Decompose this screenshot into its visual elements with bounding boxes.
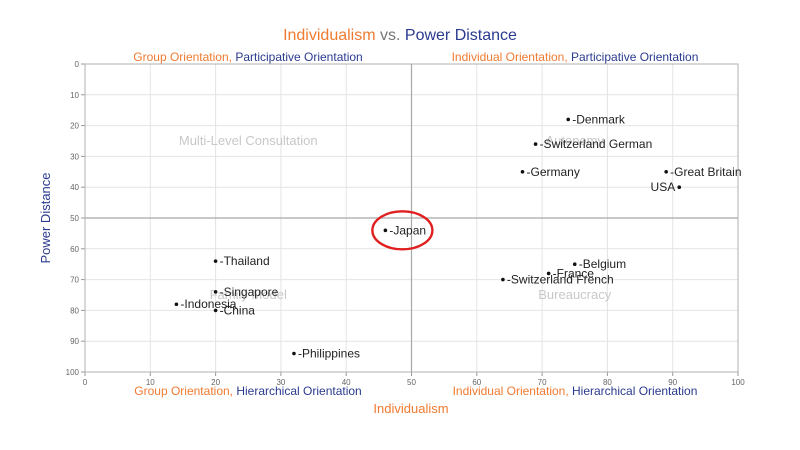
data-point-germany: [520, 170, 525, 174]
title-part-power-distance: Power Distance: [405, 27, 517, 44]
data-point-japan: [383, 228, 388, 233]
data-point-indonesia: [174, 302, 179, 307]
point-label-denmark: -Denmark: [572, 112, 626, 126]
y-tick-label: 100: [66, 368, 80, 377]
x-tick-label: 20: [211, 378, 220, 387]
x-axis-title: Individualism: [373, 401, 448, 416]
quadrant-label-top-right-b: Participative Orientation: [568, 50, 699, 64]
y-tick-label: 60: [70, 245, 79, 254]
y-tick-label: 50: [70, 214, 79, 223]
y-tick-label: 80: [70, 306, 79, 315]
data-point-switzerland-french: [501, 277, 505, 282]
scatter-chart: Individualism vs. Power Distance Group O…: [38, 27, 746, 416]
x-tick-label: 10: [146, 378, 155, 387]
y-tick-label: 10: [70, 91, 79, 100]
x-tick-label: 90: [668, 378, 677, 387]
x-tick-label: 30: [276, 378, 285, 387]
y-tick-label: 20: [70, 122, 79, 131]
data-point-great-britain: [664, 170, 668, 174]
quadrant-label-bottom-left: Group Orientation, Hierarchical Orientat…: [134, 384, 361, 398]
x-tick-label: 70: [538, 378, 547, 387]
chart-title: Individualism vs. Power Distance: [283, 27, 517, 44]
zone-label-bureaucracy: Bureaucracy: [538, 287, 611, 302]
y-axis-title: Power Distance: [38, 172, 53, 263]
data-point-usa: [677, 185, 682, 189]
y-tick-label: 90: [70, 337, 79, 346]
quadrant-label-top-right: Individual Orientation, Participative Or…: [452, 50, 699, 64]
y-tick-label: 70: [70, 276, 79, 285]
x-tick-label: 50: [407, 378, 416, 387]
point-label-philippines: -Philippines: [298, 347, 360, 361]
x-tick-label: 0: [83, 378, 88, 387]
quadrant-label-bottom-right-b: Hierarchical Orientation: [569, 384, 698, 398]
data-point-china: [213, 308, 218, 313]
zone-label-multi-level-consultation: Multi-Level Consultation: [179, 133, 318, 148]
point-label-china: -China: [220, 303, 256, 317]
data-point-denmark: [566, 117, 571, 122]
x-tick-label: 40: [342, 378, 351, 387]
x-tick-label: 100: [731, 378, 745, 387]
y-tick-label: 40: [70, 183, 79, 192]
quadrant-label-top-left-a: Group Orientation,: [133, 50, 232, 64]
y-tick-label: 30: [70, 152, 79, 161]
point-label-switzerland-german: -Switzerland German: [540, 137, 653, 151]
point-label-switzerland-french: -Switzerland French: [507, 273, 614, 287]
quadrant-label-bottom-right: Individual Orientation, Hierarchical Ori…: [453, 384, 698, 398]
chart-stage: Individualism vs. Power Distance Group O…: [0, 0, 800, 450]
title-connector: vs.: [376, 27, 405, 44]
quadrant-label-bottom-right-a: Individual Orientation,: [453, 384, 569, 398]
plot-area: 0 10 20 30 40 50 60 70 80 90 100010203040506070809…: [66, 60, 746, 387]
quadrant-label-top-left-b: Participative Orientation: [232, 50, 363, 64]
y-tick-label: 0: [75, 60, 80, 69]
title-part-individualism: Individualism: [283, 27, 375, 44]
x-tick-label: 60: [472, 378, 481, 387]
point-label-great-britain: -Great Britain: [670, 165, 741, 179]
quadrant-label-top-left: Group Orientation, Participative Orienta…: [133, 50, 362, 64]
point-label-germany: -Germany: [527, 165, 580, 179]
data-point-thailand: [213, 259, 218, 263]
x-tick-label: 80: [603, 378, 612, 387]
point-label-thailand: -Thailand: [220, 254, 270, 268]
point-label-usa: USA: [651, 180, 676, 194]
quadrant-label-top-right-a: Individual Orientation,: [452, 50, 568, 64]
point-label-japan: -Japan: [389, 223, 426, 237]
data-point-philippines: [292, 351, 296, 356]
data-point-singapore: [213, 290, 218, 294]
data-point-switzerland-german: [533, 142, 538, 146]
